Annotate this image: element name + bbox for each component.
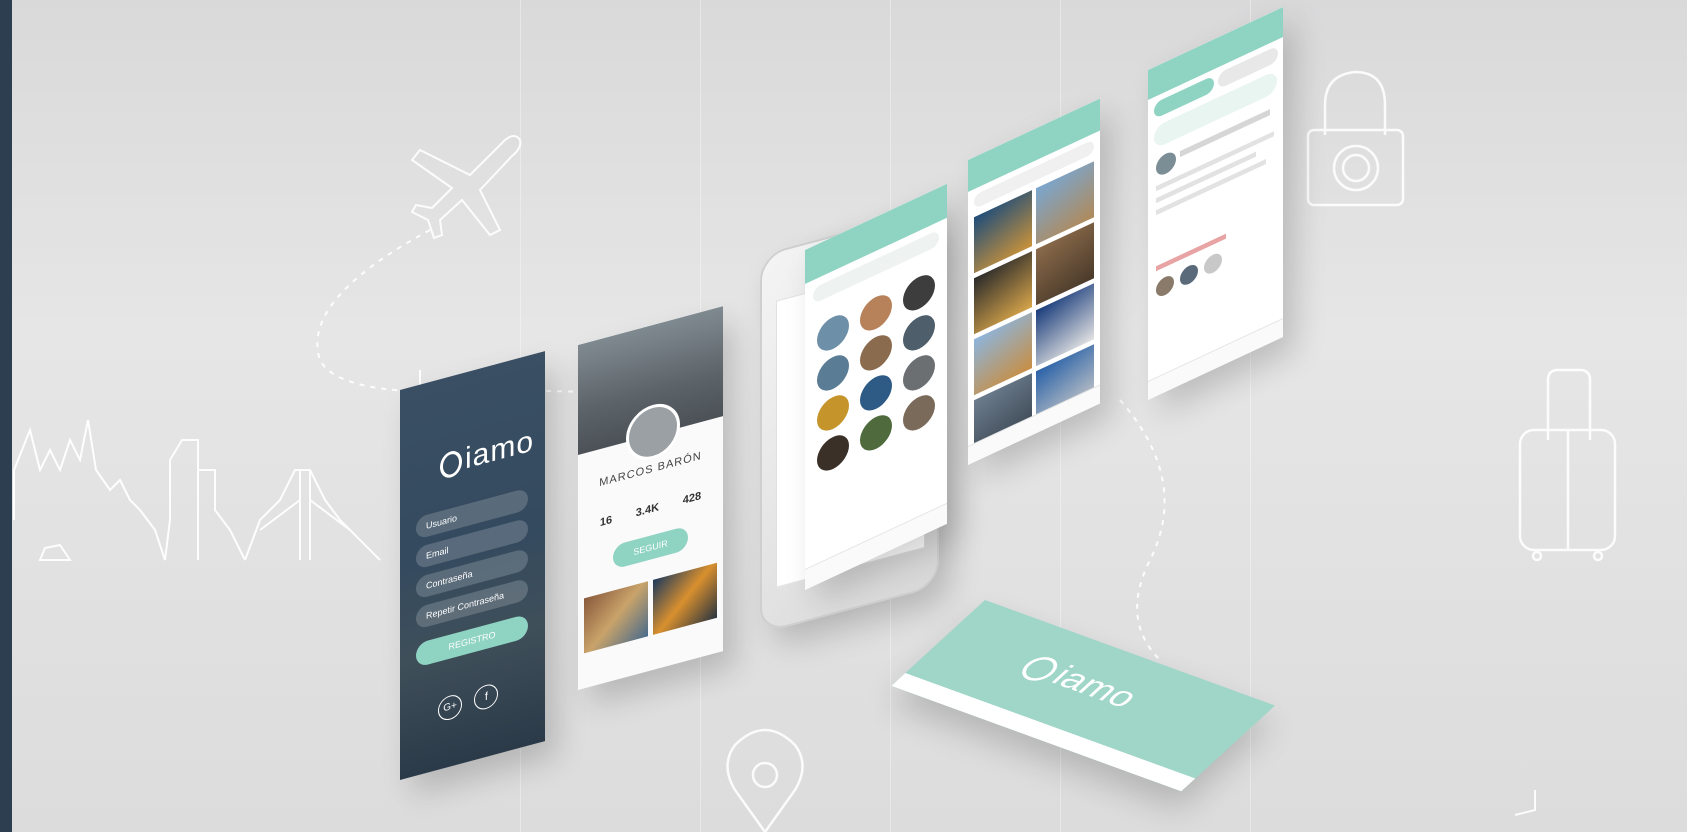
city-skyline-icon [13, 370, 421, 561]
avatar [1156, 148, 1176, 179]
gallery-screen [968, 98, 1100, 465]
splash-logo-text: iamo [1043, 660, 1147, 715]
suitcase-icon [1518, 368, 1617, 562]
friend-avatar[interactable] [903, 309, 935, 357]
logo-text: iamo [465, 424, 535, 476]
social-login: G+ f [438, 681, 499, 723]
flight-path-line [1119, 399, 1166, 661]
profile-screen: MARCOS BARÓN 16 3.4K 428 SEGUIR [578, 306, 723, 690]
stat-value: 3.4K [635, 501, 660, 520]
logo-wordmark: iamo [440, 424, 534, 483]
friend-avatar[interactable] [860, 329, 892, 377]
friends-screen [805, 183, 947, 591]
trip-photo[interactable] [653, 562, 717, 635]
splash-logo: iamo [1013, 649, 1147, 715]
logo-mark-icon [440, 448, 462, 481]
stat-value: 428 [682, 490, 702, 507]
friends-grid [817, 268, 937, 477]
friend-avatar[interactable] [903, 389, 935, 437]
login-form: Usuario Email Contraseña Repetir Contras… [416, 487, 528, 668]
login-screen: iamo Usuario Email Contraseña Repetir Co… [400, 351, 545, 780]
friend-avatar[interactable] [903, 349, 935, 397]
friend-avatar[interactable] [860, 289, 892, 337]
stat-value: 16 [599, 513, 613, 530]
trip-detail-screen [1148, 7, 1283, 401]
friend-avatar[interactable] [817, 389, 849, 437]
profile-stats: 16 3.4K 428 [588, 487, 713, 532]
friend-avatar[interactable] [817, 429, 849, 477]
follow-button[interactable]: SEGUIR [613, 525, 688, 570]
airplane-icon [410, 135, 522, 240]
facebook-button[interactable]: f [474, 681, 499, 713]
trip-photo[interactable] [584, 581, 648, 654]
friend-avatar[interactable] [860, 409, 892, 457]
participant-avatar[interactable] [1156, 272, 1174, 300]
friend-avatar[interactable] [903, 269, 935, 317]
participant-avatar[interactable] [1204, 250, 1222, 277]
friend-avatar[interactable] [860, 369, 892, 417]
participant-avatar[interactable] [1180, 261, 1198, 289]
google-plus-button[interactable]: G+ [438, 692, 462, 723]
participant-avatars [1156, 250, 1222, 300]
friend-avatar[interactable] [817, 309, 849, 357]
friend-avatar[interactable] [817, 349, 849, 397]
location-pin-icon [726, 728, 804, 832]
camera-lock-icon [1306, 70, 1405, 207]
